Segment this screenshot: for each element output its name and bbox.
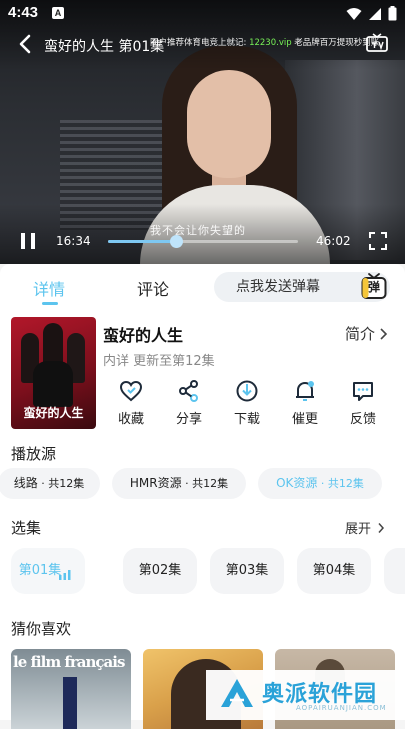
feedback-label: 反馈 [349, 412, 376, 427]
expand-episodes-link[interactable]: 展开 [345, 518, 385, 537]
detail-tabs: 详情 评论 点我发送弹幕 弹 [0, 264, 405, 308]
feedback-button[interactable]: 反馈 [335, 378, 391, 427]
source-name: 线路 [13, 476, 38, 490]
tab-details[interactable]: 详情 [33, 276, 65, 300]
progress-slider[interactable] [108, 235, 298, 248]
share-label: 分享 [175, 412, 202, 427]
site-watermark: 奥派软件园 AOPAIRUANJIAN.COM [206, 670, 405, 720]
progress-fill [108, 240, 177, 243]
episode-item-active[interactable]: 第01集 [11, 548, 85, 594]
danmu-button-label: 弹 [367, 280, 380, 294]
source-name: HMR资源 [129, 476, 182, 490]
recommend-thumb[interactable]: le film français [11, 649, 131, 729]
download-button[interactable]: 下载 [219, 378, 275, 427]
heart-icon [119, 380, 143, 402]
ad-text-prefix: 同户推荐体育电竞上就记: [150, 38, 250, 48]
source-count: · 共12集 [37, 477, 85, 490]
pause-icon[interactable] [18, 232, 38, 250]
intro-link[interactable]: 简介 [345, 323, 388, 344]
share-button[interactable]: 分享 [161, 378, 217, 427]
watermark-subtext: AOPAIRUANJIAN.COM [296, 704, 387, 712]
recommend-thumb-graphic [63, 677, 77, 729]
player-top-bar: 蛮好的人生 第01集 同户推荐体育电竞上就记: 12230.vip 老品牌百万提… [0, 30, 405, 60]
fullscreen-icon[interactable] [369, 232, 387, 250]
episodes-heading: 选集 [11, 519, 42, 537]
poster-caption: 蛮好的人生 [23, 406, 84, 420]
ad-marquee: 同户推荐体育电竞上就记: 12230.vip 老品牌百万提现秒到账 [150, 36, 379, 48]
cast-tv-icon[interactable] [365, 32, 389, 56]
episode-item[interactable]: 第04集 [297, 548, 371, 594]
episode-item-partial[interactable] [384, 548, 405, 594]
progress-thumb[interactable] [170, 235, 184, 248]
intro-link-label: 简介 [344, 325, 375, 343]
show-meta: 内详 更新至第12集 [103, 354, 215, 369]
recommend-heading: 猜你喜欢 [11, 620, 72, 638]
action-bar: 收藏 分享 下载 催更 反馈 [103, 378, 403, 430]
chevron-right-icon [378, 522, 385, 533]
share-icon [179, 380, 198, 402]
episode-label: 第04集 [312, 563, 356, 578]
status-time: 4:43 [8, 4, 39, 21]
video-title: 蛮好的人生 第01集 [44, 39, 165, 55]
episode-list: 第01集 第02集 第03集 第04集 [0, 548, 405, 594]
episode-label: 第01集 [18, 563, 62, 578]
urge-update-label: 催更 [291, 412, 318, 427]
current-time: 16:34 [56, 234, 91, 248]
source-name: OK资源 [276, 476, 318, 490]
episode-label: 第02集 [138, 563, 182, 578]
ad-highlight: 12230.vip [249, 38, 292, 48]
tab-comments[interactable]: 评论 [137, 276, 169, 300]
video-frame-figure-face [187, 70, 271, 178]
show-poster[interactable]: 蛮好的人生 [11, 317, 96, 429]
favorite-button[interactable]: 收藏 [103, 378, 159, 427]
download-icon [236, 380, 258, 402]
player-controls: 16:34 46:02 [0, 226, 405, 256]
notification-icon: A [52, 7, 64, 19]
source-heading: 播放源 [11, 445, 57, 463]
episode-item[interactable]: 第03集 [210, 548, 284, 594]
tab-active-indicator [42, 302, 58, 305]
source-list: 线路 · 共12集 HMR资源 · 共12集 OK资源 · 共12集 [0, 468, 405, 500]
source-chip[interactable]: HMR资源 · 共12集 [112, 468, 246, 499]
source-count: · 共12集 [181, 477, 229, 490]
source-chip-active[interactable]: OK资源 · 共12集 [258, 468, 382, 499]
episode-item[interactable]: 第02集 [123, 548, 197, 594]
chevron-right-icon [380, 327, 388, 340]
source-chip[interactable]: 线路 · 共12集 [0, 468, 100, 499]
poster-figure [33, 361, 73, 407]
status-bar: 4:43 A [0, 0, 405, 28]
episode-label: 第03集 [225, 563, 269, 578]
recommend-thumb-title: le film français [13, 653, 125, 671]
bell-icon [296, 381, 314, 401]
favorite-label: 收藏 [117, 412, 144, 427]
status-icons [346, 6, 397, 21]
expand-label: 展开 [344, 522, 371, 537]
total-time: 46:02 [316, 234, 351, 248]
signal-icon [369, 7, 381, 20]
danmu-toggle-button[interactable]: 弹 [361, 272, 387, 300]
wifi-icon [346, 7, 362, 20]
feedback-icon [353, 382, 373, 401]
urge-update-button[interactable]: 催更 [277, 378, 333, 427]
detail-content: 蛮好的人生 蛮好的人生 简介 内详 更新至第12集 收藏 分享 下载 催更 反馈… [0, 308, 405, 729]
battery-icon [388, 6, 397, 21]
download-label: 下载 [233, 412, 260, 427]
video-player[interactable]: 4:43 A 蛮好的人生 第01集 同户推荐体育电竞上就记: 12230.vip… [0, 0, 405, 264]
show-title: 蛮好的人生 [103, 326, 184, 345]
playing-bars-icon [59, 570, 71, 580]
source-count: · 共12集 [317, 477, 364, 490]
watermark-logo-icon [221, 679, 253, 707]
back-arrow-icon[interactable] [14, 32, 38, 56]
